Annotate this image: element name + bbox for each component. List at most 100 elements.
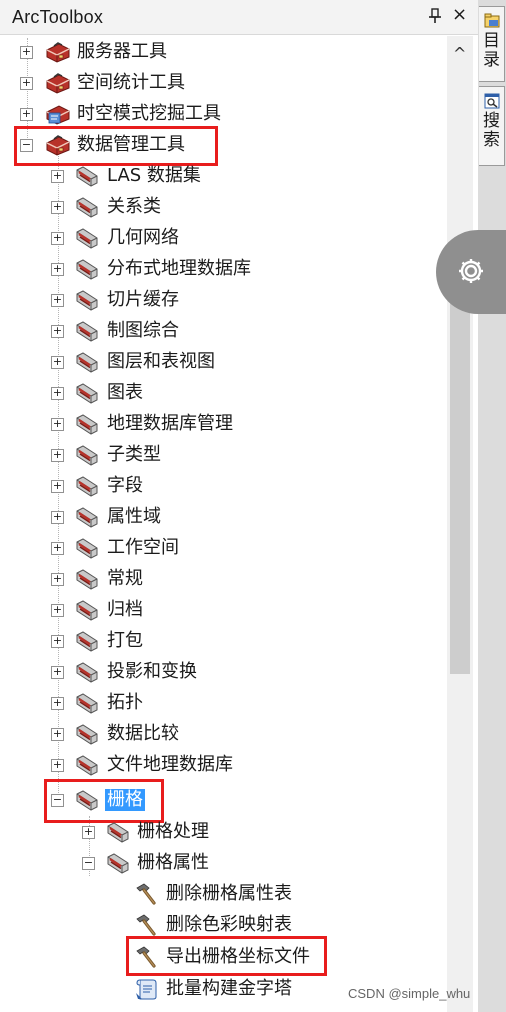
tree-item-label: 常规	[107, 568, 143, 589]
expand-icon[interactable]: +	[51, 294, 64, 307]
tree-item-label: 切片缓存	[107, 289, 179, 310]
tool-label: 批量构建金字塔	[166, 978, 292, 999]
panel-title: ArcToolbox	[12, 7, 104, 27]
expand-icon[interactable]: +	[20, 77, 33, 90]
toolset-icon	[74, 567, 100, 591]
tree-item-label: 制图综合	[107, 320, 179, 341]
watermark: CSDN @simple_whu	[348, 986, 471, 1001]
toolset-icon	[74, 288, 100, 312]
expand-icon[interactable]: +	[51, 697, 64, 710]
toolset-icon	[74, 412, 100, 436]
toolbox-icon	[45, 71, 71, 95]
tree-item-label: 时空模式挖掘工具	[77, 103, 221, 124]
tab-catalog[interactable]: 目录	[479, 6, 505, 82]
tree-item-label: 数据比较	[107, 723, 179, 744]
toolset-icon	[74, 598, 100, 622]
highlight-box	[126, 936, 327, 976]
expand-icon[interactable]: +	[51, 232, 64, 245]
tree-item-label: 投影和变换	[107, 661, 197, 682]
toolbox-icon	[45, 40, 71, 64]
expand-icon[interactable]: +	[51, 511, 64, 524]
expand-icon[interactable]: +	[51, 356, 64, 369]
expand-icon[interactable]: +	[20, 46, 33, 59]
toolset-icon	[74, 474, 100, 498]
search-window-icon	[484, 93, 499, 109]
tree-item-label: 子类型	[107, 444, 161, 465]
expand-icon[interactable]: +	[51, 542, 64, 555]
gear-icon	[459, 259, 483, 283]
expand-icon[interactable]: +	[51, 480, 64, 493]
scroll-up-icon[interactable]: ^	[453, 44, 466, 63]
tab-search-label: 搜索	[483, 111, 500, 150]
tree-item-label: 字段	[107, 475, 143, 496]
toolset-icon	[74, 226, 100, 250]
expand-icon[interactable]: +	[51, 387, 64, 400]
vertical-scrollbar[interactable]: ^	[447, 36, 473, 1012]
highlight-box	[14, 126, 218, 166]
toolset-icon	[74, 629, 100, 653]
toolset-icon	[74, 536, 100, 560]
expand-icon[interactable]: +	[51, 418, 64, 431]
tree-item-label: 关系类	[107, 196, 161, 217]
toolset-icon	[105, 851, 131, 875]
tree-item-label: 地理数据库管理	[107, 413, 233, 434]
tree-item-label: 分布式地理数据库	[107, 258, 251, 279]
toolset-icon	[74, 722, 100, 746]
tree-item-label: LAS 数据集	[107, 165, 201, 186]
toolset-icon	[74, 195, 100, 219]
script-tool-icon	[133, 977, 159, 1001]
hammer-icon	[133, 913, 159, 937]
toolset-icon	[74, 257, 100, 281]
expand-icon[interactable]: +	[20, 108, 33, 121]
expand-icon[interactable]: +	[51, 573, 64, 586]
expand-icon[interactable]: +	[51, 666, 64, 679]
expand-icon[interactable]: +	[51, 728, 64, 741]
toolset-icon	[74, 505, 100, 529]
expand-icon[interactable]: +	[51, 604, 64, 617]
hammer-icon	[133, 882, 159, 906]
expand-icon[interactable]: +	[51, 170, 64, 183]
tool-label: 删除色彩映射表	[166, 914, 292, 935]
expand-icon[interactable]: +	[51, 201, 64, 214]
catalog-icon	[484, 13, 499, 28]
toolset-icon	[74, 164, 100, 188]
toolbox-tree: + 服务器工具 + 空间统计工具 + 时空模式挖掘工具 − 数据管理工具 + L…	[6, 38, 446, 1012]
tab-catalog-label: 目录	[483, 31, 500, 70]
pin-icon[interactable]	[428, 8, 442, 24]
tree-item-label: 工作空间	[107, 537, 179, 558]
expand-icon[interactable]: +	[51, 635, 64, 648]
toolset-icon	[105, 820, 131, 844]
close-icon[interactable]: ×	[452, 6, 467, 24]
toolset-icon	[74, 443, 100, 467]
toolbox-script-icon	[45, 102, 71, 126]
toolset-icon	[74, 319, 100, 343]
tree-item-label: 图表	[107, 382, 143, 403]
tool-label: 删除栅格属性表	[166, 883, 292, 904]
tree-item-label: 服务器工具	[77, 41, 167, 62]
highlight-box	[44, 779, 164, 823]
tree-item-label: 栅格属性	[137, 852, 209, 873]
tree-item-label: 几何网络	[107, 227, 179, 248]
tree-item-label: 图层和表视图	[107, 351, 215, 372]
toolset-icon	[74, 381, 100, 405]
toolset-icon	[74, 350, 100, 374]
tab-search[interactable]: 搜索	[479, 86, 505, 166]
expand-icon[interactable]: +	[51, 759, 64, 772]
expand-icon[interactable]: +	[51, 263, 64, 276]
expand-icon[interactable]: +	[51, 325, 64, 338]
panel-titlebar: ArcToolbox ×	[0, 0, 478, 35]
tree-item-label: 归档	[107, 599, 143, 620]
tree-item-label: 拓扑	[107, 692, 143, 713]
tree-item-label: 空间统计工具	[77, 72, 185, 93]
toolset-icon	[74, 691, 100, 715]
expand-icon[interactable]: +	[51, 449, 64, 462]
tree-item-label: 文件地理数据库	[107, 754, 233, 775]
tree-item-label: 打包	[107, 630, 143, 651]
tree-item-label: 栅格处理	[137, 821, 209, 842]
toolset-icon	[74, 753, 100, 777]
arctoolbox-panel: ArcToolbox × + 服务器工具 + 空间统计工具 + 时空模式挖掘工具…	[0, 0, 479, 1012]
tree-item-label: 属性域	[107, 506, 161, 527]
expand-icon[interactable]: +	[82, 826, 95, 839]
collapse-icon[interactable]: −	[82, 857, 95, 870]
toolset-icon	[74, 660, 100, 684]
